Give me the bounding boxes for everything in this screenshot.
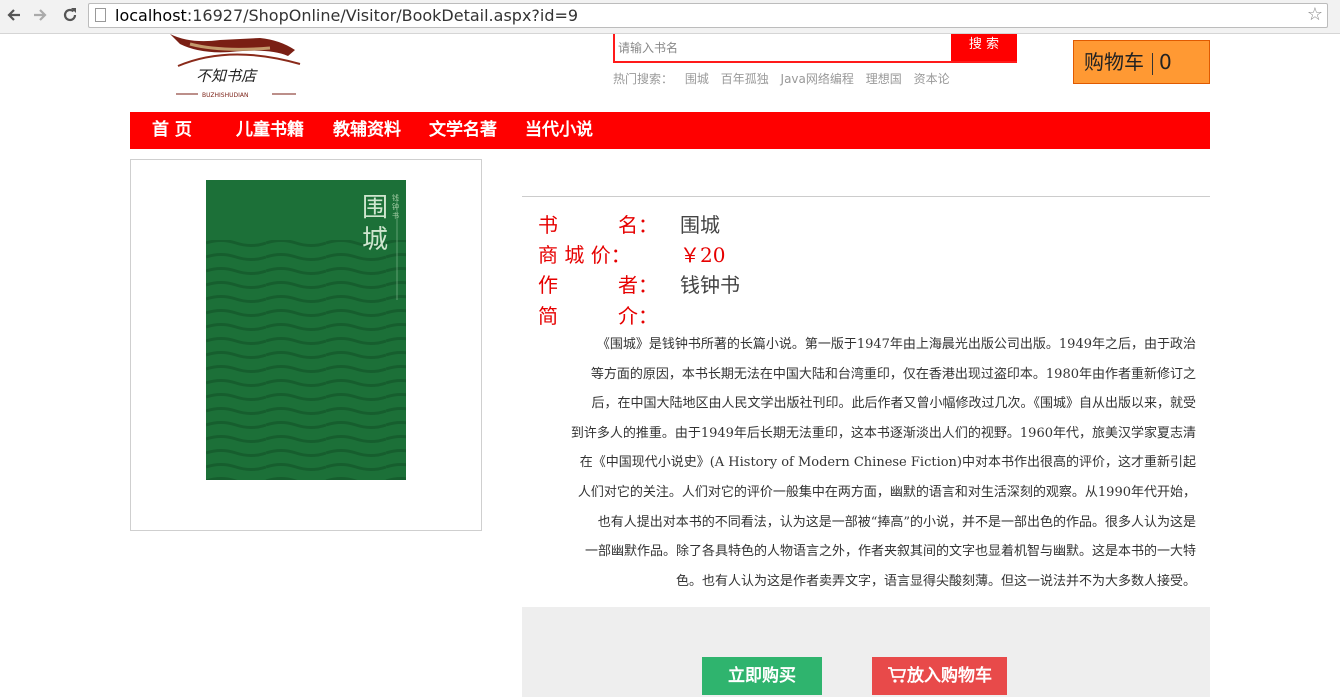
search-input[interactable] xyxy=(615,34,949,61)
arrow-left-icon[interactable] xyxy=(4,6,24,26)
hot-search-label: 热门搜索： xyxy=(613,72,674,86)
search-box: 搜 索 xyxy=(613,34,1017,63)
hot-search-item[interactable]: 围城 xyxy=(685,72,709,86)
book-intro-row: 简 介： xyxy=(538,300,680,329)
book-author-row: 作 者： 钱钟书 xyxy=(538,269,740,298)
main-nav: 首 页 儿童书籍 教辅资料 文学名著 当代小说 xyxy=(130,112,1210,149)
action-panel: 立即购买 放入购物车 xyxy=(522,607,1210,697)
buy-now-button[interactable]: 立即购买 xyxy=(702,657,822,695)
book-name-label: 书 名： xyxy=(538,213,658,237)
hot-search-item[interactable]: 百年孤独 xyxy=(721,72,769,86)
book-description: 《围城》是钱钟书所著的长篇小说。第一版于1947年由上海晨光出版公司出版。194… xyxy=(536,330,1196,596)
cover-title: 围城 xyxy=(362,193,389,255)
nav-item-study-materials[interactable]: 教辅资料 xyxy=(333,112,401,149)
store-logo[interactable]: 不知书店 BUZHISHUDIAN xyxy=(160,34,310,104)
description-line: 色。也有人认为这是作者卖弄文字，语言显得尖酸刻薄。但这一说法并不为大多数人接受。 xyxy=(675,573,1196,589)
nav-item-home[interactable]: 首 页 xyxy=(152,112,192,149)
star-icon[interactable]: ☆ xyxy=(1307,4,1323,25)
book-name-row: 书 名： 围城 xyxy=(538,209,720,238)
description-line: 也有人提出对本书的不同看法，认为这是一部被“捧高”的小说，并不是一部出色的作品。… xyxy=(597,514,1196,530)
nav-item-contemporary-fiction[interactable]: 当代小说 xyxy=(525,112,593,149)
book-price-value: ￥20 xyxy=(680,243,726,267)
hot-search-item[interactable]: 理想国 xyxy=(866,72,902,86)
description-line: 人们对它的关注。人们对它的评价一般集中在两方面，幽默的语言和对生活深刻的观察。从… xyxy=(577,484,1196,500)
cart-count: 0 xyxy=(1159,50,1172,74)
logo-text: 不知书店 xyxy=(196,67,258,85)
url-text[interactable]: localhost:16927/ShopOnline/Visitor/BookD… xyxy=(115,6,578,25)
cart-divider xyxy=(1152,52,1153,75)
book-author-label: 作 者： xyxy=(538,273,658,297)
description-line: 《围城》是钱钟书所著的长篇小说。第一版于1947年由上海晨光出版公司出版。194… xyxy=(596,337,1196,352)
add-to-cart-label: 放入购物车 xyxy=(907,666,992,686)
book-author-value: 钱钟书 xyxy=(680,273,740,297)
description-line: 一部幽默作品。除了各具特色的人物语言之外，作者夹叙其间的文字也显着机智与幽默。这… xyxy=(584,544,1196,560)
description-line: 等方面的原因，本书长期无法在中国大陆和台湾重印，仅在香港出现过盗印本。1980年… xyxy=(590,366,1196,382)
description-line: 后，在中国大陆地区由人民文学出版社刊印。此后作者又曾小幅修改过几次。《围城》自从… xyxy=(591,396,1196,412)
book-intro-label: 简 介： xyxy=(538,304,658,328)
hot-search-item[interactable]: Java网络编程 xyxy=(781,72,854,86)
browser-toolbar: localhost:16927/ShopOnline/Visitor/BookD… xyxy=(0,0,1340,34)
nav-item-children-books[interactable]: 儿童书籍 xyxy=(236,112,304,149)
book-price-label: 商 城 价： xyxy=(538,243,631,267)
page-icon xyxy=(95,8,106,22)
cover-author: 钱钟书 xyxy=(392,194,399,220)
book-price-row: 商 城 价： ￥20 xyxy=(538,239,725,268)
arrow-right-icon[interactable] xyxy=(30,6,50,26)
cart-label: 购物车 xyxy=(1084,50,1144,74)
hot-search-item[interactable]: 资本论 xyxy=(914,72,950,86)
shopping-cart-icon xyxy=(888,667,907,683)
reload-icon[interactable] xyxy=(60,6,80,26)
search-button[interactable]: 搜 索 xyxy=(951,34,1017,61)
cart-button[interactable]: 购物车 0 xyxy=(1073,40,1210,84)
add-to-cart-button[interactable]: 放入购物车 xyxy=(872,657,1007,695)
logo-subtext: BUZHISHUDIAN xyxy=(202,92,249,99)
description-line: 在《中国现代小说史》(A History of Modern Chinese F… xyxy=(579,455,1196,471)
description-line: 到许多人的推重。由于1949年后长期无法重印，这本书逐渐淡出人们的视野。1960… xyxy=(570,425,1196,441)
divider xyxy=(522,196,1210,197)
book-cover-image[interactable]: 围城 钱钟书 xyxy=(206,180,406,480)
address-bar[interactable]: localhost:16927/ShopOnline/Visitor/BookD… xyxy=(88,3,1328,28)
hot-searches: 热门搜索： 围城 百年孤独 Java网络编程 理想国 资本论 xyxy=(613,70,958,87)
book-cover-panel: 围城 钱钟书 xyxy=(130,159,482,531)
nav-item-literary-classics[interactable]: 文学名著 xyxy=(429,112,497,149)
book-name-value: 围城 xyxy=(680,213,720,237)
